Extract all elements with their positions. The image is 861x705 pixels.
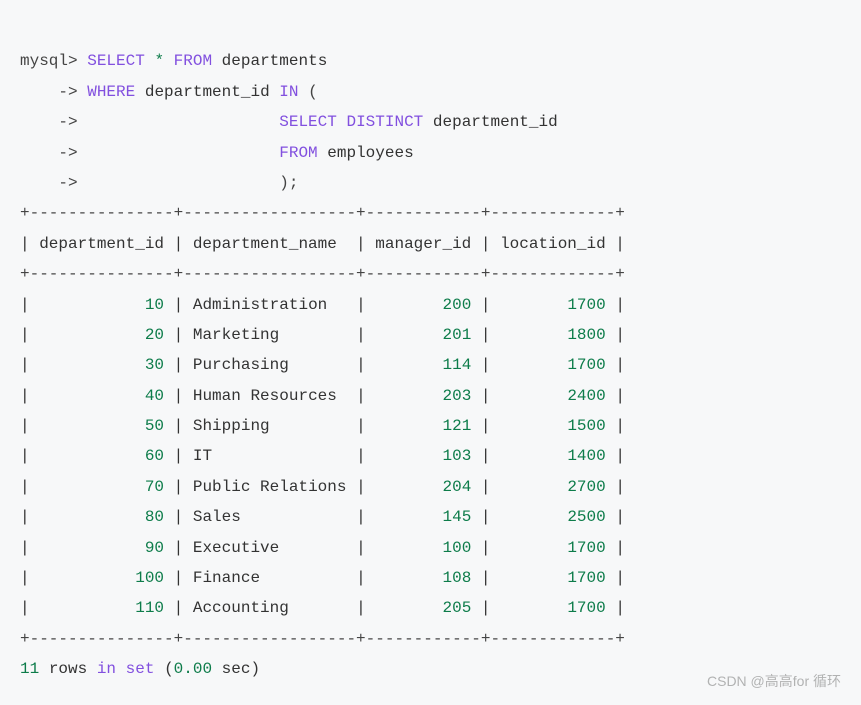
query-line-3: -> SELECT DISTINCT department_id — [20, 113, 558, 131]
cell-location-id: 1700 — [500, 599, 606, 617]
keyword-set: set — [126, 660, 155, 678]
cell-manager-id: 103 — [375, 447, 471, 465]
cell-manager-id: 121 — [375, 417, 471, 435]
cell-location-id: 1700 — [500, 539, 606, 557]
table-row: | 110 | Accounting | 205 | 1700 | — [20, 599, 625, 617]
identifier: department_id — [433, 113, 558, 131]
cell-department-name: Executive — [193, 539, 347, 557]
table-row: | 80 | Sales | 145 | 2500 | — [20, 508, 625, 526]
paren-close-semicolon: ); — [279, 174, 298, 192]
cell-location-id: 2500 — [500, 508, 606, 526]
table-body: | 10 | Administration | 200 | 1700 | | 2… — [20, 296, 625, 618]
cell-manager-id: 108 — [375, 569, 471, 587]
cell-location-id: 2700 — [500, 478, 606, 496]
cell-manager-id: 114 — [375, 356, 471, 374]
cell-department-id: 10 — [39, 296, 164, 314]
table-row: | 90 | Executive | 100 | 1700 | — [20, 539, 625, 557]
sql-output: mysql> SELECT * FROM departments -> WHER… — [20, 16, 841, 685]
cell-department-name: Administration — [193, 296, 347, 314]
continuation-arrow: -> — [20, 144, 78, 162]
query-line-2: -> WHERE department_id IN ( — [20, 83, 318, 101]
cell-department-name: Sales — [193, 508, 347, 526]
cell-department-id: 100 — [39, 569, 164, 587]
cell-department-name: Finance — [193, 569, 347, 587]
continuation-arrow: -> — [20, 83, 78, 101]
paren-open: ( — [308, 83, 318, 101]
paren-open: ( — [164, 660, 174, 678]
keyword-where: WHERE — [87, 83, 135, 101]
cell-location-id: 1400 — [500, 447, 606, 465]
table-row: | 30 | Purchasing | 114 | 1700 | — [20, 356, 625, 374]
identifier: department_id — [145, 83, 270, 101]
status-line: 11 rows in set (0.00 sec) — [20, 660, 260, 678]
cell-location-id: 1800 — [500, 326, 606, 344]
cell-department-name: Shipping — [193, 417, 347, 435]
rows-text: rows — [49, 660, 87, 678]
cell-location-id: 1500 — [500, 417, 606, 435]
keyword-from: FROM — [279, 144, 317, 162]
cell-department-id: 20 — [39, 326, 164, 344]
cell-manager-id: 145 — [375, 508, 471, 526]
table-row: | 60 | IT | 103 | 1400 | — [20, 447, 625, 465]
star: * — [154, 52, 164, 70]
cell-department-name: IT — [193, 447, 347, 465]
cell-manager-id: 203 — [375, 387, 471, 405]
table-header-row: | department_id | department_name | mana… — [20, 235, 625, 253]
cell-location-id: 1700 — [500, 356, 606, 374]
time-close: sec) — [212, 660, 260, 678]
keyword-in: IN — [279, 83, 298, 101]
table-border-top: +---------------+------------------+----… — [20, 204, 625, 222]
table-row: | 20 | Marketing | 201 | 1800 | — [20, 326, 625, 344]
table-border-mid: +---------------+------------------+----… — [20, 265, 625, 283]
table-row: | 100 | Finance | 108 | 1700 | — [20, 569, 625, 587]
query-line-1: mysql> SELECT * FROM departments — [20, 52, 327, 70]
cell-location-id: 1700 — [500, 296, 606, 314]
table-row: | 50 | Shipping | 121 | 1500 | — [20, 417, 625, 435]
prompt: mysql> — [20, 52, 78, 70]
cell-department-name: Human Resources — [193, 387, 347, 405]
time-value: 0.00 — [174, 660, 212, 678]
cell-manager-id: 204 — [375, 478, 471, 496]
identifier: employees — [327, 144, 413, 162]
continuation-arrow: -> — [20, 113, 78, 131]
cell-manager-id: 100 — [375, 539, 471, 557]
cell-department-name: Purchasing — [193, 356, 347, 374]
row-count: 11 — [20, 660, 39, 678]
keyword-select: SELECT — [87, 52, 145, 70]
cell-location-id: 2400 — [500, 387, 606, 405]
cell-department-id: 80 — [39, 508, 164, 526]
table-row: | 70 | Public Relations | 204 | 2700 | — [20, 478, 625, 496]
cell-department-name: Accounting — [193, 599, 347, 617]
cell-department-id: 30 — [39, 356, 164, 374]
cell-manager-id: 200 — [375, 296, 471, 314]
cell-department-id: 110 — [39, 599, 164, 617]
cell-department-id: 90 — [39, 539, 164, 557]
keyword-in: in — [97, 660, 116, 678]
cell-department-id: 60 — [39, 447, 164, 465]
cell-department-id: 70 — [39, 478, 164, 496]
cell-department-name: Public Relations — [193, 478, 347, 496]
cell-manager-id: 201 — [375, 326, 471, 344]
cell-department-id: 40 — [39, 387, 164, 405]
continuation-arrow: -> — [20, 174, 78, 192]
cell-department-name: Marketing — [193, 326, 347, 344]
cell-location-id: 1700 — [500, 569, 606, 587]
keyword-from: FROM — [174, 52, 212, 70]
table-border-bottom: +---------------+------------------+----… — [20, 630, 625, 648]
table-row: | 10 | Administration | 200 | 1700 | — [20, 296, 625, 314]
query-line-5: -> ); — [20, 174, 298, 192]
identifier: departments — [222, 52, 328, 70]
keyword-select-distinct: SELECT DISTINCT — [279, 113, 423, 131]
cell-department-id: 50 — [39, 417, 164, 435]
table-row: | 40 | Human Resources | 203 | 2400 | — [20, 387, 625, 405]
cell-manager-id: 205 — [375, 599, 471, 617]
query-line-4: -> FROM employees — [20, 144, 414, 162]
